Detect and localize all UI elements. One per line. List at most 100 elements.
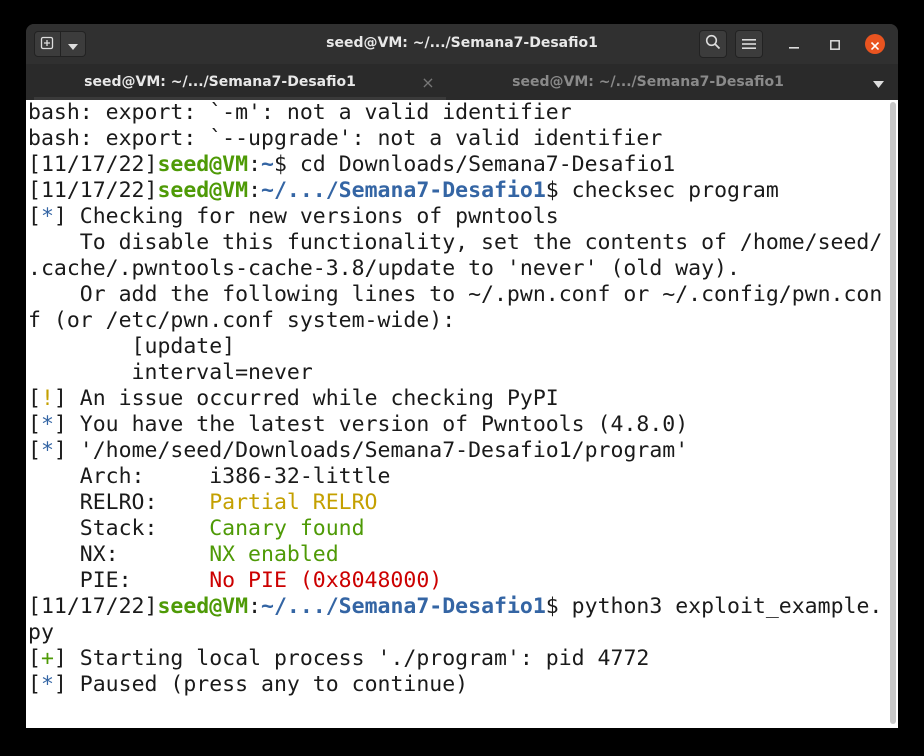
terminal-segment: :: [248, 594, 262, 619]
terminal-segment: Stack:: [28, 516, 210, 541]
terminal-line: [11/17/22]seed@VM:~/.../Semana7-Desafio1…: [28, 178, 882, 204]
hamburger-menu-icon: [742, 35, 756, 54]
terminal-segment: [: [28, 386, 41, 411]
terminal-line: [*] Checking for new versions of pwntool…: [28, 204, 882, 230]
terminal-segment: ~/.../Semana7-Desafio1: [261, 178, 546, 203]
tab-label: seed@VM: ~/.../Semana7-Desafio1: [84, 74, 356, 90]
terminal-segment: RELRO:: [28, 490, 210, 515]
terminal-segment: bash: export: `-m': not a valid identifi…: [28, 100, 572, 125]
terminal-segment: ~: [261, 152, 274, 177]
terminal-line: py: [28, 620, 882, 646]
terminal-line: To disable this functionality, set the c…: [28, 230, 883, 256]
terminal-line: [update]: [28, 334, 882, 360]
terminal-line: [*] '/home/seed/Downloads/Semana7-Desafi…: [28, 438, 882, 464]
terminal-line: [11/17/22]seed@VM:~$ cd Downloads/Semana…: [28, 152, 882, 178]
terminal-segment: *: [40, 412, 54, 437]
terminal-segment: ~/.../Semana7-Desafio1: [261, 594, 546, 619]
terminal-segment: PIE:: [28, 568, 210, 593]
terminal-segment: [: [28, 412, 41, 437]
terminal-line: Stack: Canary found: [28, 516, 882, 542]
terminal-line: bash: export: `--upgrade': not a valid i…: [28, 126, 882, 152]
terminal-segment: [: [28, 438, 41, 463]
terminal-line: f (or /etc/pwn.conf system-wide):: [28, 308, 882, 334]
terminal-segment: [11/17/22]: [28, 178, 158, 203]
scrollbar[interactable]: [890, 102, 896, 724]
terminal-segment: [update]: [28, 334, 236, 359]
tab-bar: seed@VM: ~/.../Semana7-Desafio1 × seed@V…: [26, 64, 898, 100]
terminal-segment: NX:: [28, 542, 210, 567]
tab-close-button[interactable]: ×: [410, 64, 446, 100]
tab-list-button[interactable]: [864, 68, 892, 96]
tab-label: seed@VM: ~/.../Semana7-Desafio1: [512, 74, 784, 90]
terminal-segment: seed@VM: [157, 178, 249, 203]
terminal-segment: ] You have the latest version of Pwntool…: [53, 412, 689, 437]
terminal-segment: ] An issue occurred while checking PyPI: [53, 386, 559, 411]
close-circle: [865, 34, 885, 54]
chevron-down-icon: [872, 73, 884, 92]
terminal-segment: interval=never: [28, 360, 313, 385]
terminal-segment: !: [40, 386, 54, 411]
terminal-window: seed@VM: ~/.../Semana7-Desafio1 seed@VM:…: [26, 24, 898, 728]
terminal-segment: To disable this functionality, set the c…: [28, 230, 883, 255]
terminal-line: .cache/.pwntools-cache-3.8/update to 'ne…: [28, 256, 882, 282]
maximize-icon: [830, 35, 840, 54]
search-button[interactable]: [699, 30, 727, 58]
terminal-segment: ] Starting local process './program': pi…: [53, 646, 650, 671]
terminal-segment: ] '/home/seed/Downloads/Semana7-Desafio1…: [53, 438, 689, 463]
close-icon: [870, 35, 880, 54]
terminal-segment: [11/17/22]: [28, 594, 158, 619]
terminal-segment: $ python3 exploit_example.: [545, 594, 883, 619]
close-button[interactable]: [861, 30, 889, 58]
terminal-segment: *: [40, 672, 54, 697]
terminal-segment: :: [248, 178, 262, 203]
terminal-segment: ] Checking for new versions of pwntools: [53, 204, 559, 229]
terminal-segment: NX enabled: [209, 542, 339, 567]
terminal-line: [!] An issue occurred while checking PyP…: [28, 386, 882, 412]
tab-terminal-1[interactable]: seed@VM: ~/.../Semana7-Desafio1 ×: [34, 64, 446, 100]
terminal-line: PIE: No PIE (0x8048000): [28, 568, 882, 594]
terminal-segment: [: [28, 646, 41, 671]
terminal-segment: Canary found: [209, 516, 365, 541]
terminal-segment: py: [28, 620, 54, 645]
terminal-line: [11/17/22]seed@VM:~/.../Semana7-Desafio1…: [28, 594, 882, 620]
maximize-button[interactable]: [821, 30, 849, 58]
minimize-button[interactable]: [780, 30, 808, 58]
terminal-text: bash: export: `-m': not a valid identifi…: [28, 100, 882, 698]
terminal-line: [*] You have the latest version of Pwnto…: [28, 412, 882, 438]
terminal-line: interval=never: [28, 360, 882, 386]
terminal-line: [+] Starting local process './program': …: [28, 646, 882, 672]
terminal-segment: [: [28, 204, 41, 229]
terminal-segment: ] Paused (press any to continue): [53, 672, 469, 697]
title-bar[interactable]: seed@VM: ~/.../Semana7-Desafio1: [26, 24, 898, 64]
terminal-segment: Partial RELRO: [209, 490, 378, 515]
search-icon: [705, 34, 721, 54]
terminal-segment: *: [40, 438, 54, 463]
terminal-segment: seed@VM: [157, 152, 249, 177]
terminal-segment: seed@VM: [157, 594, 249, 619]
terminal-line: bash: export: `-m': not a valid identifi…: [28, 100, 882, 126]
terminal-segment: f (or /etc/pwn.conf system-wide):: [28, 308, 456, 333]
terminal-segment: .cache/.pwntools-cache-3.8/update to 'ne…: [28, 256, 740, 281]
terminal-segment: :: [248, 152, 262, 177]
terminal-segment: *: [40, 204, 54, 229]
terminal-segment: Or add the following lines to ~/.pwn.con…: [28, 282, 883, 307]
terminal-line: [*] Paused (press any to continue): [28, 672, 882, 698]
terminal-line: NX: NX enabled: [28, 542, 882, 568]
terminal-segment: Arch: i386-32-little: [28, 464, 391, 489]
main-menu-button[interactable]: [735, 30, 763, 58]
terminal-segment: [: [28, 672, 41, 697]
minimize-icon: [789, 35, 799, 54]
close-icon: ×: [421, 72, 435, 92]
terminal-line: RELRO: Partial RELRO: [28, 490, 882, 516]
terminal-line: Or add the following lines to ~/.pwn.con…: [28, 282, 883, 308]
terminal-segment: $ checksec program: [545, 178, 779, 203]
terminal-line: Arch: i386-32-little: [28, 464, 882, 490]
terminal-segment: $ cd Downloads/Semana7-Desafio1: [273, 152, 676, 177]
terminal-segment: No PIE (0x8048000): [209, 568, 443, 593]
terminal-segment: bash: export: `--upgrade': not a valid i…: [28, 126, 663, 151]
tab-terminal-2[interactable]: seed@VM: ~/.../Semana7-Desafio1: [462, 64, 874, 100]
terminal-segment: +: [40, 646, 54, 671]
terminal-output[interactable]: bash: export: `-m': not a valid identifi…: [26, 100, 898, 728]
terminal-segment: [11/17/22]: [28, 152, 158, 177]
window-title: seed@VM: ~/.../Semana7-Desafio1: [326, 35, 598, 51]
